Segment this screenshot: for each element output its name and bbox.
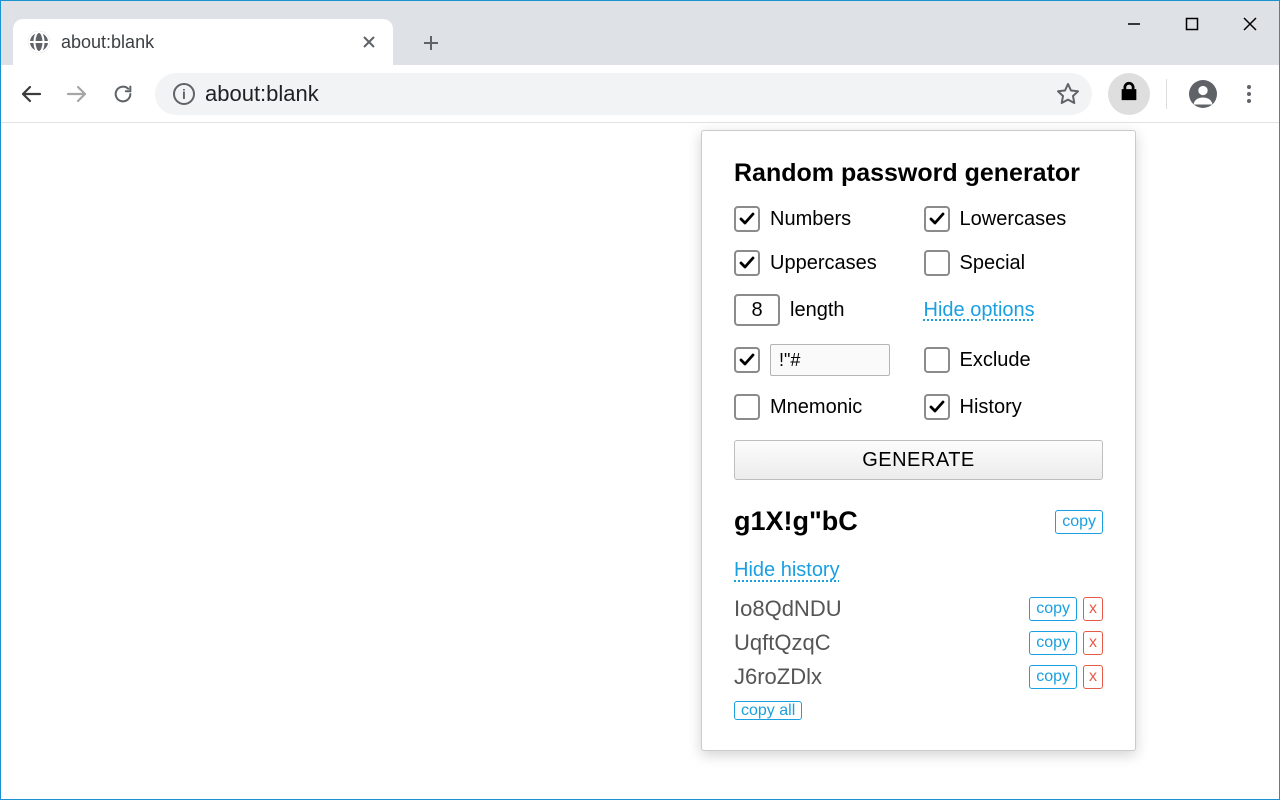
history-delete-button[interactable]: x [1083, 665, 1103, 689]
history-password: UqftQzqC [734, 630, 831, 656]
generate-button[interactable]: GENERATE [734, 440, 1103, 480]
globe-icon [27, 30, 51, 54]
bookmark-star-icon[interactable] [1056, 81, 1082, 107]
toolbar: i about:blank [1, 65, 1279, 123]
history-copy-button[interactable]: copy [1029, 631, 1077, 655]
mnemonic-label: Mnemonic [770, 396, 862, 419]
generated-password: g1X!g"bC [734, 506, 858, 537]
toolbar-divider [1166, 79, 1167, 109]
history-copy-button[interactable]: copy [1029, 597, 1077, 621]
url-text: about:blank [205, 81, 1046, 107]
history-delete-button[interactable]: x [1083, 631, 1103, 655]
numbers-checkbox[interactable] [734, 206, 760, 232]
lock-icon [1118, 80, 1140, 107]
extension-button[interactable] [1108, 73, 1150, 115]
browser-tab[interactable]: about:blank [13, 19, 393, 65]
close-icon[interactable] [359, 32, 379, 52]
maximize-button[interactable] [1163, 1, 1221, 47]
new-tab-button[interactable] [411, 23, 451, 63]
back-button[interactable] [11, 74, 51, 114]
profile-button[interactable] [1183, 74, 1223, 114]
special-label: Special [960, 252, 1026, 275]
reload-button[interactable] [103, 74, 143, 114]
tab-title: about:blank [61, 32, 349, 53]
hide-history-link[interactable]: Hide history [734, 559, 840, 581]
uppercases-label: Uppercases [770, 252, 877, 275]
history-copy-button[interactable]: copy [1029, 665, 1077, 689]
mnemonic-checkbox[interactable] [734, 394, 760, 420]
history-label: History [960, 396, 1022, 419]
inclusion-input[interactable]: !"# [770, 344, 890, 376]
special-checkbox[interactable] [924, 250, 950, 276]
tab-strip: about:blank [1, 1, 1279, 65]
extension-popup: Random password generator Numbers Lowerc… [701, 130, 1136, 751]
lowercases-label: Lowercases [960, 208, 1067, 231]
numbers-label: Numbers [770, 208, 851, 231]
lowercases-checkbox[interactable] [924, 206, 950, 232]
address-bar[interactable]: i about:blank [155, 73, 1092, 115]
history-delete-button[interactable]: x [1083, 597, 1103, 621]
history-item: J6roZDlx copyx [734, 664, 1103, 690]
inclusion-checkbox[interactable] [734, 347, 760, 373]
forward-button[interactable] [57, 74, 97, 114]
history-password: J6roZDlx [734, 664, 822, 690]
window-controls [1105, 1, 1279, 47]
length-label: length [790, 299, 845, 322]
popup-title: Random password generator [734, 159, 1103, 188]
window-close-button[interactable] [1221, 1, 1279, 47]
exclude-label: Exclude [960, 349, 1031, 372]
site-info-icon[interactable]: i [173, 83, 195, 105]
uppercases-checkbox[interactable] [734, 250, 760, 276]
minimize-button[interactable] [1105, 1, 1163, 47]
history-password: Io8QdNDU [734, 596, 842, 622]
copy-button[interactable]: copy [1055, 510, 1103, 534]
history-checkbox[interactable] [924, 394, 950, 420]
hide-options-link[interactable]: Hide options [924, 299, 1035, 322]
length-input[interactable]: 8 [734, 294, 780, 326]
exclude-checkbox[interactable] [924, 347, 950, 373]
menu-button[interactable] [1229, 74, 1269, 114]
history-item: Io8QdNDU copyx [734, 596, 1103, 622]
history-item: UqftQzqC copyx [734, 630, 1103, 656]
copy-all-button[interactable]: copy all [734, 701, 802, 720]
